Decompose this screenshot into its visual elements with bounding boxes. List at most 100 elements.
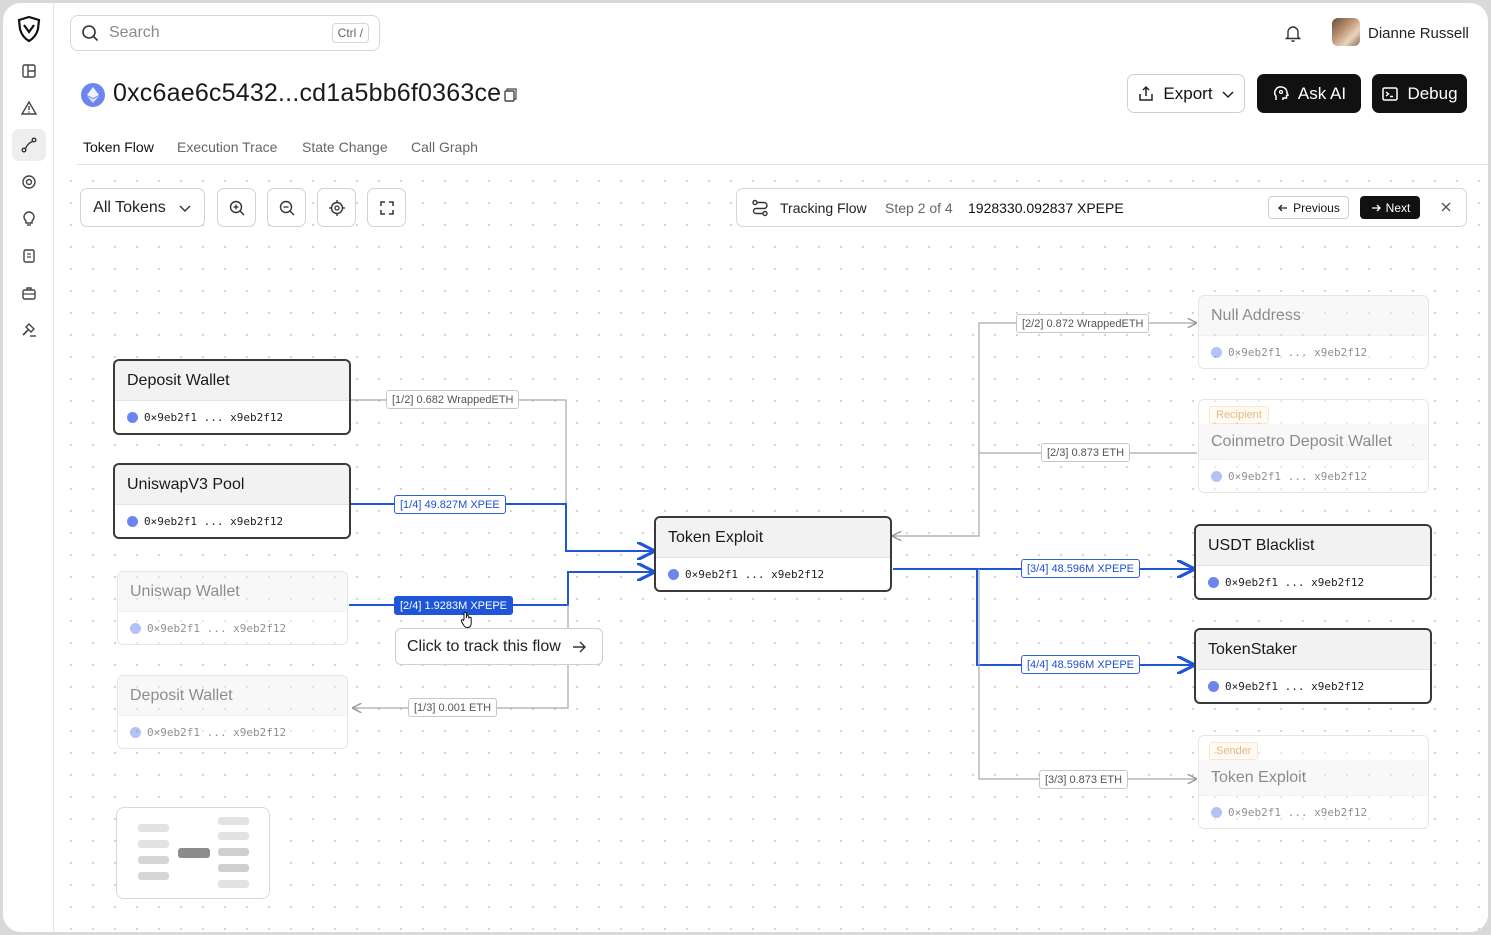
minimap-block [138,872,169,880]
minimap-block [138,856,169,864]
node-address: 0×9eb2f1 ... x9eb2f12 [115,505,349,537]
sidebar-item-portfolio[interactable] [12,277,46,309]
ethereum-icon [130,726,141,738]
lightbulb-icon [23,211,35,226]
sidebar-item-documents[interactable] [12,240,46,272]
node-token-exploit[interactable]: Token Exploit 0×9eb2f1 ... x9eb2f12 [654,516,892,592]
minimap[interactable] [116,807,270,899]
sidebar-item-target[interactable] [12,166,46,198]
sidebar-item-tools[interactable] [12,314,46,346]
node-uniswap-wallet[interactable]: Uniswap Wallet 0×9eb2f1 ... x9eb2f12 [117,571,348,645]
node-title: Token Exploit [1199,760,1428,796]
minimap-block [138,840,169,848]
node-uniswapv3-pool[interactable]: UniswapV3 Pool 0×9eb2f1 ... x9eb2f12 [113,463,351,539]
node-address: 0×9eb2f1 ... x9eb2f12 [118,612,347,644]
node-address: 0×9eb2f1 ... x9eb2f12 [1199,796,1428,828]
layout-icon [22,64,36,78]
address-text: 0×9eb2f1 ... x9eb2f12 [1228,345,1368,359]
edge-label[interactable]: [3/4] 48.596M XPEPE [1021,559,1141,578]
gavel-icon [22,323,36,337]
address-text: 0×9eb2f1 ... x9eb2f12 [1225,679,1365,693]
address-text: 0×9eb2f1 ... x9eb2f12 [144,410,284,424]
minimap-block [138,824,169,832]
main-area: Search Ctrl / Dianne Russell 0xc6ae6c543… [55,3,1488,932]
node-title: Coinmetro Deposit Wallet [1199,424,1428,460]
node-address: 0×9eb2f1 ... x9eb2f12 [1196,566,1430,598]
node-address: 0×9eb2f1 ... x9eb2f12 [1196,670,1430,702]
node-title: Deposit Wallet [115,361,349,401]
node-title: Null Address [1199,296,1428,336]
ethereum-icon [1211,346,1222,358]
edge-label[interactable]: [2/2] 0.872 WrappedETH [1016,314,1150,333]
node-token-exploit-sender[interactable]: Sender Token Exploit 0×9eb2f1 ... x9eb2f… [1198,735,1429,829]
ethereum-icon [668,568,679,580]
sidebar-item-flow[interactable] [12,129,46,161]
recipient-badge: Recipient [1209,406,1269,424]
node-null-address[interactable]: Null Address 0×9eb2f1 ... x9eb2f12 [1198,295,1429,369]
node-address: 0×9eb2f1 ... x9eb2f12 [1199,460,1428,492]
edge-label[interactable]: [2/3] 0.873 ETH [1041,443,1131,462]
edge-label[interactable]: [1/2] 0.682 WrappedETH [386,390,520,409]
edge-label[interactable]: [3/3] 0.873 ETH [1039,770,1129,789]
minimap-block [218,864,249,872]
minimap-block [218,848,249,856]
document-icon [23,249,35,263]
node-address: 0×9eb2f1 ... x9eb2f12 [1199,336,1428,368]
sidebar-item-alerts[interactable] [12,92,46,124]
address-text: 0×9eb2f1 ... x9eb2f12 [147,621,287,635]
pointer-cursor-icon [460,611,472,629]
node-title: Token Exploit [656,518,890,558]
node-deposit-wallet-2[interactable]: Deposit Wallet 0×9eb2f1 ... x9eb2f12 [117,675,348,749]
address-text: 0×9eb2f1 ... x9eb2f12 [147,725,287,739]
sidebar-item-dashboard[interactable] [12,55,46,87]
node-title: USDT Blacklist [1196,526,1430,566]
edge-label[interactable]: [1/3] 0.001 ETH [408,698,498,717]
edge-label[interactable]: [4/4] 48.596M XPEPE [1021,655,1141,674]
minimap-block [178,848,210,858]
minimap-block [218,817,249,825]
sender-badge: Sender [1209,742,1259,760]
node-deposit-wallet[interactable]: Deposit Wallet 0×9eb2f1 ... x9eb2f12 [113,359,351,435]
app-window: Search Ctrl / Dianne Russell 0xc6ae6c543… [3,3,1488,932]
node-address: 0×9eb2f1 ... x9eb2f12 [118,716,347,748]
ethereum-icon [1208,680,1219,692]
edge-line-null-address[interactable] [978,323,1196,453]
address-text: 0×9eb2f1 ... x9eb2f12 [1228,469,1368,483]
node-tokenstaker[interactable]: TokenStaker 0×9eb2f1 ... x9eb2f12 [1194,628,1432,704]
node-usdt-blacklist[interactable]: USDT Blacklist 0×9eb2f1 ... x9eb2f12 [1194,524,1432,600]
edge-line-tokenstaker[interactable] [976,569,1193,665]
briefcase-icon [22,287,36,300]
node-title: UniswapV3 Pool [115,465,349,505]
ethereum-icon [127,515,138,527]
edge-label-selected[interactable]: [2/4] 1.9283M XPEPE [394,596,514,615]
node-title: Uniswap Wallet [118,572,347,612]
address-text: 0×9eb2f1 ... x9eb2f12 [1225,575,1365,589]
shield-logo-icon[interactable] [15,15,43,43]
arrow-right-icon [572,641,586,652]
flow-route-icon [21,137,37,153]
target-icon [22,175,36,189]
address-text: 0×9eb2f1 ... x9eb2f12 [685,567,825,581]
minimap-block [218,880,249,888]
ethereum-icon [1211,470,1222,482]
ethereum-icon [1208,576,1219,588]
track-flow-tooltip[interactable]: Click to track this flow [395,628,603,665]
minimap-block [218,832,249,840]
sidebar-item-insights[interactable] [12,203,46,235]
edge-line-deposit-wallet[interactable] [349,399,653,552]
node-address: 0×9eb2f1 ... x9eb2f12 [115,401,349,433]
address-text: 0×9eb2f1 ... x9eb2f12 [1228,805,1368,819]
warning-icon [21,100,37,115]
node-title: Deposit Wallet [118,676,347,716]
node-address: 0×9eb2f1 ... x9eb2f12 [656,558,890,590]
edge-line-sender[interactable] [978,569,1196,779]
tooltip-text: Click to track this flow [407,637,561,655]
edge-line-to-exploit[interactable] [893,452,1197,536]
ethereum-icon [127,411,138,423]
node-coinmetro-deposit-wallet[interactable]: Recipient Coinmetro Deposit Wallet 0×9eb… [1198,399,1429,493]
sidebar [3,3,54,932]
ethereum-icon [1211,806,1222,818]
address-text: 0×9eb2f1 ... x9eb2f12 [144,514,284,528]
edge-label[interactable]: [1/4] 49.827M XPEE [394,495,506,514]
ethereum-icon [130,622,141,634]
